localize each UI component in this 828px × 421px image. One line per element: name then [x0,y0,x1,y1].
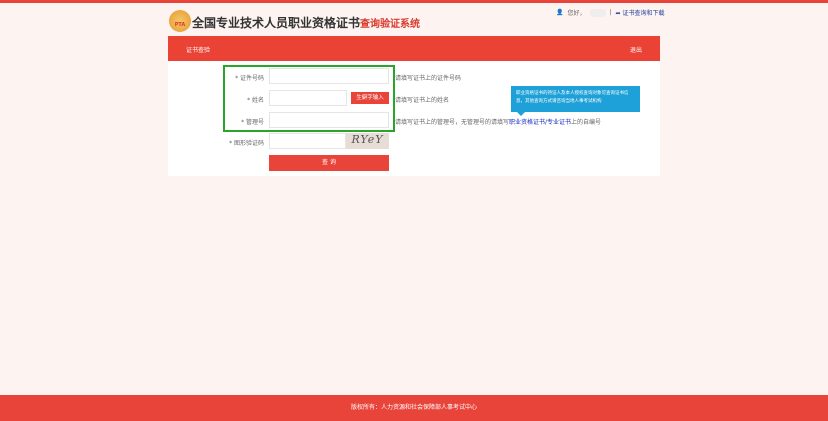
footer: 版权所有：人力资源和社会保障部人事考试中心 [0,395,828,421]
logout-link[interactable]: 退出 [630,45,642,54]
management-number-hint: 请填写证书上的管理号，无管理号的请填写职业资格证书/专业证书上的自编号 [395,117,601,126]
username-blurred [589,8,606,17]
tab-certificate-check[interactable]: 证书查验 [186,45,210,54]
user-bar: 👤 您好， | ➦ 证书查询和下载 [556,8,665,17]
divider: | [609,9,612,16]
pta-logo: PTA [169,10,191,32]
greeting: 您好， [567,10,586,17]
share-icon: ➦ [615,10,621,17]
hint-text: 请填写证书上的管理号，无管理号的请填写 [395,119,510,126]
user-icon: 👤 [556,9,564,16]
highlight-box [223,65,395,132]
captcha-image[interactable]: RYeY [346,133,389,149]
nav-bar: 证书查验 退出 [168,36,660,61]
certificate-link[interactable]: 职业资格证书/专业证书 [509,119,571,126]
captcha-label: * 图形验证码 [229,140,264,147]
title-accent: 查询验证系统 [360,19,421,30]
download-link-label: 证书查询和下载 [622,10,665,17]
info-tooltip: 职业资格证书的持证人及本人授权查询对象可查询证书信息，其他查询方式请咨询当地人事… [511,86,640,116]
top-bar [0,0,828,3]
id-number-hint: 请填写证书上的证件号码 [395,75,462,82]
download-link[interactable]: ➦ 证书查询和下载 [616,8,665,17]
site-title: 全国专业技术人员职业资格证书查询验证系统 [192,14,420,31]
hint-text-end: 上的自编号 [571,119,602,126]
name-hint: 请填写证书上的姓名 [395,97,450,104]
title-main: 全国专业技术人员职业资格证书 [192,16,361,30]
captcha-input[interactable] [269,133,346,149]
query-button[interactable]: 查 询 [269,155,389,171]
